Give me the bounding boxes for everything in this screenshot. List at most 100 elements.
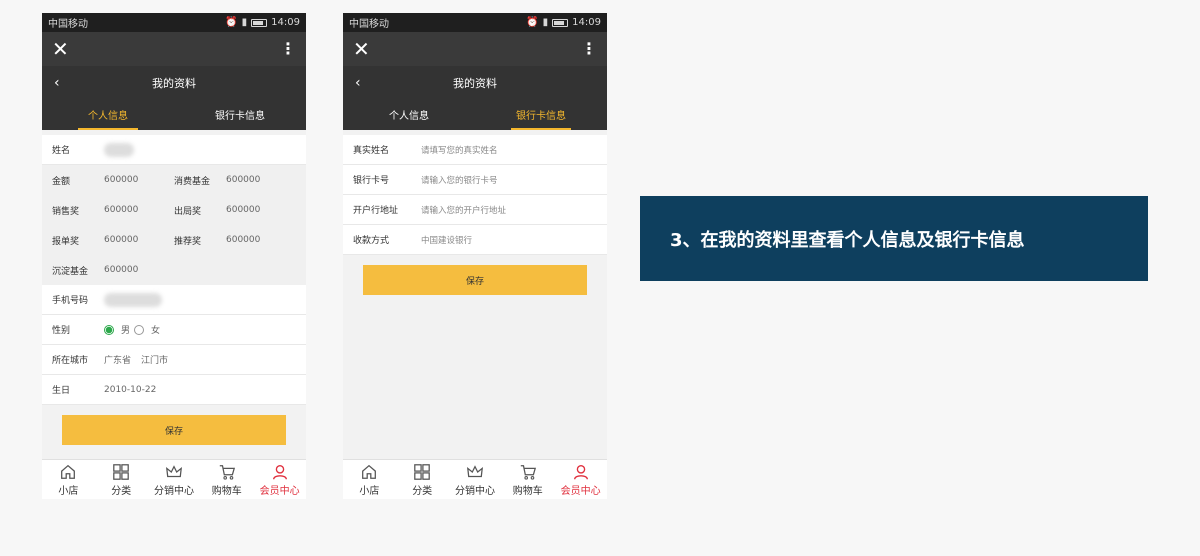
name-row: 姓名: [42, 135, 306, 165]
tabbar-member-center[interactable]: 会员中心: [554, 460, 607, 499]
tabbar-cart[interactable]: 购物车: [200, 460, 253, 499]
tabbar-shop-label: 小店: [359, 485, 380, 497]
tabbar-shop[interactable]: 小店: [42, 460, 95, 499]
tabbar-shop[interactable]: 小店: [343, 460, 396, 499]
gender-female-radio[interactable]: [134, 324, 145, 335]
referral-bonus-value: 600000: [226, 235, 261, 245]
tabbar-category-label: 分类: [111, 485, 132, 497]
crown-icon: [165, 464, 182, 477]
province-select[interactable]: 广东省: [104, 353, 131, 366]
save-button[interactable]: 保存: [62, 415, 286, 445]
sales-row: 销售奖 600000 出局奖 600000: [42, 195, 306, 225]
phone-label: 手机号码: [52, 296, 89, 306]
tabbar-distribution[interactable]: 分销中心: [148, 460, 201, 499]
gender-female-label: 女: [151, 326, 161, 336]
tabbar-cart-label: 购物车: [512, 485, 543, 497]
tab-bank-info[interactable]: 银行卡信息: [475, 99, 607, 130]
clock-label: 14:09: [572, 17, 601, 28]
phone-screen-bank-info: 中国移动 ⏰ ▮ 14:09 ✕ ⋮ ‹ 我的资料 个人信息 银行卡信息 真实姓…: [343, 13, 607, 499]
back-icon[interactable]: ‹: [355, 75, 361, 91]
nav-bar: ‹ 我的资料: [343, 66, 607, 99]
back-icon[interactable]: ‹: [54, 75, 60, 91]
save-button[interactable]: 保存: [363, 265, 587, 295]
name-label: 姓名: [52, 146, 71, 156]
signal-icon: ▮: [241, 17, 248, 28]
consume-fund-label: 消费基金: [174, 176, 211, 187]
step-banner: 3、在我的资料里查看个人信息及银行卡信息: [640, 196, 1148, 281]
tab-strip: 个人信息 银行卡信息: [343, 99, 607, 130]
signal-icon: ▮: [542, 17, 549, 28]
tabbar-category[interactable]: 分类: [95, 460, 148, 499]
tab-personal-info[interactable]: 个人信息: [42, 99, 174, 130]
tabbar-member-center[interactable]: 会员中心: [253, 460, 306, 499]
city-select[interactable]: 江门市: [141, 353, 168, 366]
real-name-row: 真实姓名 请填写您的真实姓名: [343, 135, 607, 165]
sales-bonus-label: 销售奖: [52, 206, 80, 217]
report-bonus-value: 600000: [104, 235, 139, 245]
gender-label: 性别: [52, 326, 71, 336]
city-label: 所在城市: [52, 356, 89, 366]
sales-bonus-value: 600000: [104, 205, 139, 215]
exit-bonus-value: 600000: [226, 205, 261, 215]
bank-address-label: 开户行地址: [353, 206, 399, 216]
city-row: 所在城市 广东省 江门市: [42, 345, 306, 375]
gender-male-radio[interactable]: [104, 324, 114, 335]
tabbar-cart[interactable]: 购物车: [501, 460, 554, 499]
tabbar-distribution[interactable]: 分销中心: [449, 460, 502, 499]
real-name-input[interactable]: 请填写您的真实姓名: [421, 144, 498, 156]
birthday-row: 生日 2010-10-22: [42, 375, 306, 405]
status-bar: 中国移动 ⏰ ▮ 14:09: [343, 13, 607, 32]
more-icon[interactable]: ⋮: [581, 41, 597, 57]
tabbar-shop-label: 小店: [58, 485, 79, 497]
bank-address-input[interactable]: 请输入您的开户行地址: [421, 204, 506, 216]
cart-icon: [520, 464, 536, 480]
cart-icon: [219, 464, 235, 480]
nav-bar: ‹ 我的资料: [42, 66, 306, 99]
settle-row: 沉淀基金 600000: [42, 255, 306, 285]
alarm-icon: ⏰: [225, 17, 238, 28]
consume-fund-value: 600000: [226, 175, 261, 185]
tab-personal-info[interactable]: 个人信息: [343, 99, 475, 130]
settle-fund-label: 沉淀基金: [52, 266, 89, 277]
user-icon: [573, 464, 588, 479]
phone-row: 手机号码: [42, 285, 306, 315]
amount-label: 金额: [52, 176, 71, 187]
settle-fund-value: 600000: [104, 265, 139, 275]
banner-text: 3、在我的资料里查看个人信息及银行卡信息: [670, 229, 1025, 251]
crown-icon: [466, 464, 483, 477]
report-row: 报单奖 600000 推荐奖 600000: [42, 225, 306, 255]
home-icon: [362, 464, 377, 479]
home-icon: [61, 464, 76, 479]
more-icon[interactable]: ⋮: [280, 41, 296, 57]
birthday-field[interactable]: 2010-10-22: [104, 385, 156, 395]
report-bonus-label: 报单奖: [52, 236, 80, 247]
page-title: 我的资料: [152, 76, 196, 90]
bottom-tabbar: 小店 分类 分销中心 购物车 会员中心: [343, 459, 607, 499]
tabbar-category[interactable]: 分类: [396, 460, 449, 499]
status-bar: 中国移动 ⏰ ▮ 14:09: [42, 13, 306, 32]
gender-male-label: 男: [121, 326, 131, 336]
payment-method-label: 收款方式: [353, 236, 390, 246]
close-icon[interactable]: ✕: [353, 39, 370, 59]
payment-method-select[interactable]: 中国建设银行: [421, 234, 472, 246]
phone-screen-personal-info: 中国移动 ⏰ ▮ 14:09 ✕ ⋮ ‹ 我的资料 个人信息 银行卡信息 姓名 …: [42, 13, 306, 499]
page-title: 我的资料: [453, 76, 497, 90]
tabbar-category-label: 分类: [412, 485, 433, 497]
card-number-input[interactable]: 请输入您的银行卡号: [421, 174, 498, 186]
browser-bar: ✕ ⋮: [42, 32, 306, 66]
phone-value-blurred: [104, 292, 162, 307]
amount-value: 600000: [104, 175, 139, 185]
card-number-row: 银行卡号 请输入您的银行卡号: [343, 165, 607, 195]
tab-bank-info[interactable]: 银行卡信息: [174, 99, 306, 130]
tabbar-distribution-label: 分销中心: [153, 485, 194, 497]
alarm-icon: ⏰: [526, 17, 539, 28]
real-name-label: 真实姓名: [353, 146, 390, 156]
close-icon[interactable]: ✕: [52, 39, 69, 59]
grid-icon: [414, 463, 431, 480]
bottom-tabbar: 小店 分类 分销中心 购物车 会员中心: [42, 459, 306, 499]
user-icon: [272, 464, 287, 479]
exit-bonus-label: 出局奖: [174, 206, 202, 217]
tabbar-distribution-label: 分销中心: [454, 485, 495, 497]
battery-icon: [251, 18, 268, 27]
name-value-blurred: [104, 142, 134, 157]
